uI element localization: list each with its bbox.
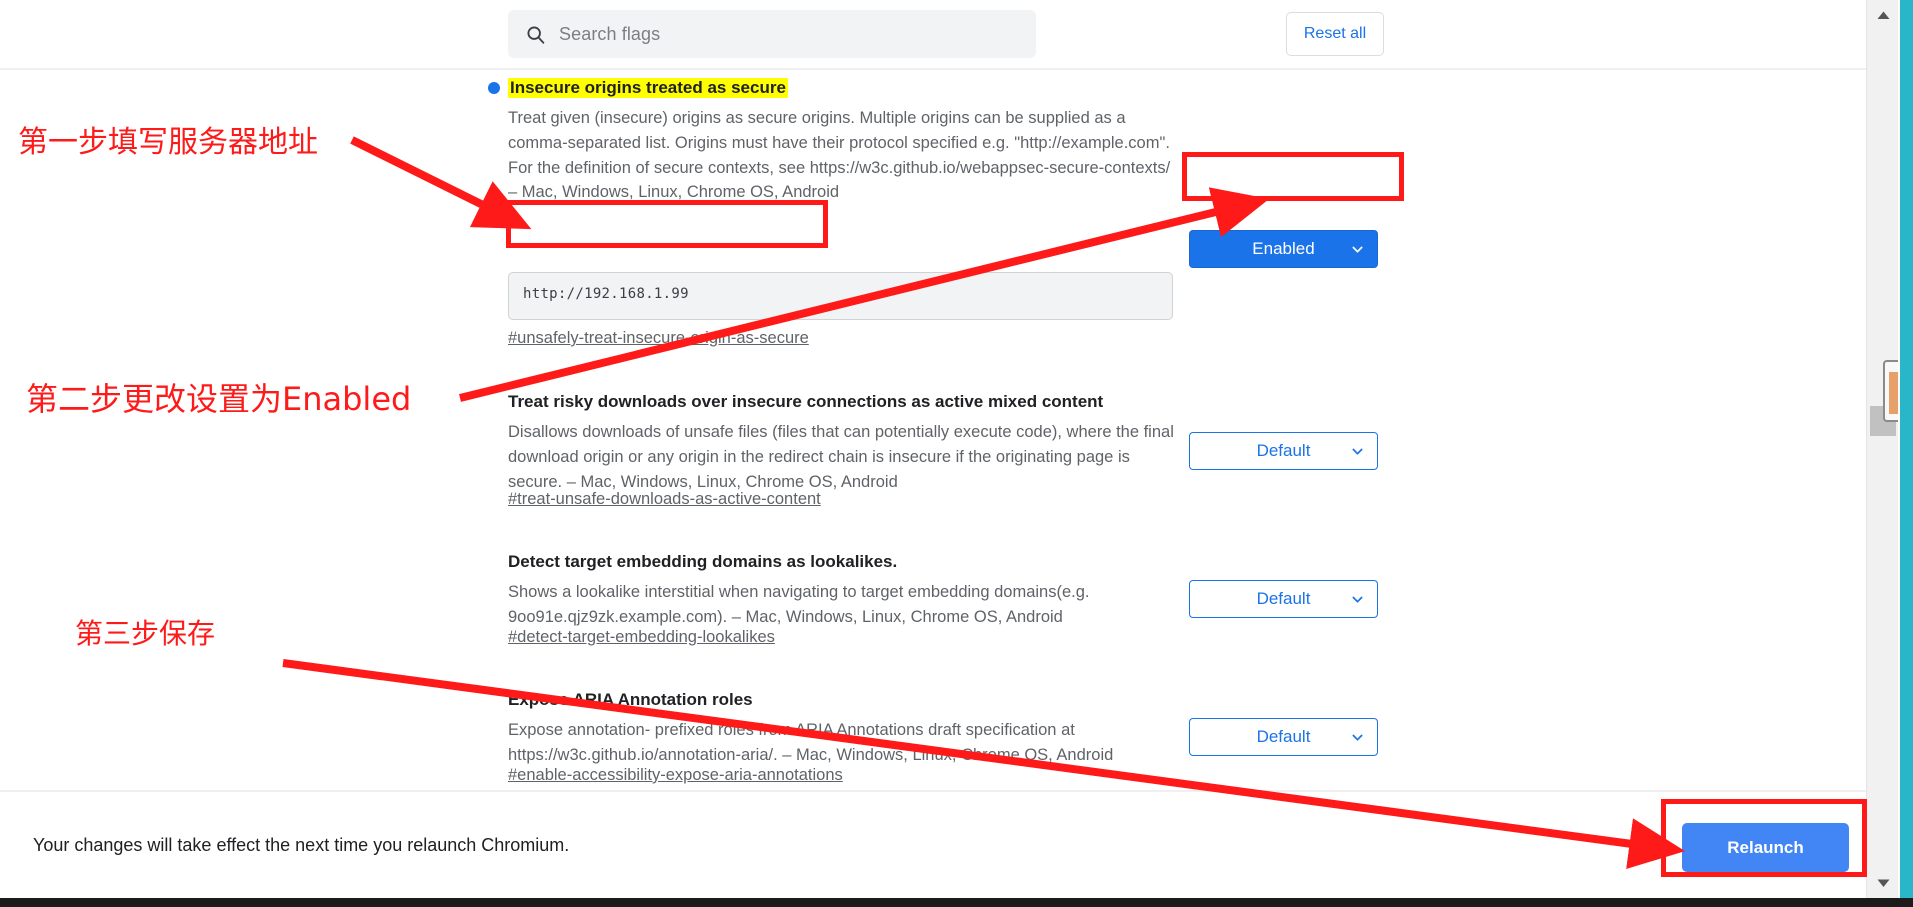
- flag-anchor-link[interactable]: #enable-accessibility-expose-aria-annota…: [508, 766, 843, 785]
- flag-modified-dot: [488, 82, 500, 94]
- flag-state-select[interactable]: Default: [1189, 718, 1378, 756]
- tab-strip-handle[interactable]: [1883, 360, 1898, 422]
- flag-description: Expose annotation- prefixed roles from A…: [508, 721, 1114, 764]
- flags-page: Search flags Reset all Insecure origins …: [0, 0, 1913, 907]
- caret-down-icon: [1877, 879, 1889, 887]
- search-icon: [527, 25, 545, 44]
- chevron-down-icon: [1352, 734, 1363, 741]
- search-input[interactable]: Search flags: [508, 10, 1036, 58]
- tab-strip-indicator: [1889, 372, 1898, 414]
- flag-state-value: Default: [1256, 441, 1311, 460]
- scroll-up-arrow[interactable]: [1867, 2, 1899, 28]
- chevron-down-icon: [1352, 448, 1363, 455]
- flag-anchor-link[interactable]: #detect-target-embedding-lookalikes: [508, 628, 775, 647]
- flag-state-select[interactable]: Enabled: [1189, 230, 1378, 268]
- flag-description: Disallows downloads of unsafe files (fil…: [508, 423, 1174, 491]
- flag-description: Shows a lookalike interstitial when navi…: [508, 583, 1090, 626]
- flag-title: Detect target embedding domains as looka…: [508, 552, 898, 571]
- window-edge-strip: [1900, 0, 1913, 898]
- relaunch-bar: Your changes will take effect the next t…: [0, 790, 1888, 898]
- relaunch-message: Your changes will take effect the next t…: [33, 835, 570, 855]
- flag-state-value: Enabled: [1252, 239, 1315, 258]
- flag-title: Insecure origins treated as secure: [508, 78, 788, 98]
- search-placeholder: Search flags: [559, 23, 661, 44]
- window-bottom-strip: [0, 898, 1913, 907]
- relaunch-button[interactable]: Relaunch: [1682, 823, 1849, 872]
- vertical-scrollbar[interactable]: [1866, 0, 1898, 898]
- chevron-down-icon: [1352, 246, 1363, 253]
- origin-value-input[interactable]: http://192.168.1.99: [508, 272, 1173, 320]
- scroll-down-arrow[interactable]: [1867, 870, 1899, 896]
- flag-state-select[interactable]: Default: [1189, 432, 1378, 470]
- search-toolbar: Search flags Reset all: [0, 0, 1888, 70]
- flag-title: Treat risky downloads over insecure conn…: [508, 392, 1104, 411]
- flag-state-value: Default: [1256, 589, 1311, 608]
- flag-anchor-link[interactable]: #unsafely-treat-insecure-origin-as-secur…: [508, 329, 809, 348]
- flag-title: Expose ARIA Annotation roles: [508, 690, 753, 709]
- flag-description: Treat given (insecure) origins as secure…: [508, 109, 1171, 202]
- flag-anchor-link[interactable]: #treat-unsafe-downloads-as-active-conten…: [508, 490, 821, 509]
- origin-value-text: http://192.168.1.99: [523, 286, 689, 302]
- flags-list: Insecure origins treated as secure Treat…: [0, 72, 1888, 790]
- chevron-down-icon: [1352, 596, 1363, 603]
- flag-state-value: Default: [1256, 727, 1311, 746]
- reset-all-button[interactable]: Reset all: [1286, 12, 1384, 56]
- caret-up-icon: [1877, 11, 1889, 19]
- flag-state-select[interactable]: Default: [1189, 580, 1378, 618]
